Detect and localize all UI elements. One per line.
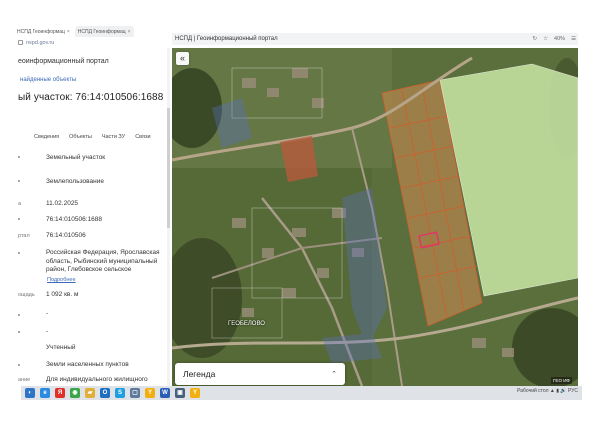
ie-icon[interactable]: e [40, 388, 50, 398]
lock-icon [18, 40, 23, 45]
map-imagery [172, 48, 578, 386]
browser-controls: ↻ ☆ 40% ☰ [533, 36, 577, 42]
menu-icon[interactable]: ☰ [571, 36, 576, 42]
bullet-icon [18, 252, 20, 254]
zoom-level[interactable]: 40% [554, 36, 565, 42]
reload-icon[interactable]: ↻ [533, 36, 538, 42]
panel-scrollbar[interactable] [167, 48, 170, 386]
field-label-quarter: ртал [18, 233, 30, 239]
info-tabs: Сведения Объекты Части ЗУ Связи [34, 134, 170, 140]
window-icon[interactable]: ▣ [175, 388, 185, 398]
outlook-icon[interactable]: O [100, 388, 110, 398]
field-label-date: а [18, 201, 22, 207]
left-tab-strip: НСПД Геоинформац × НСПД Геоинформац × [14, 26, 174, 37]
field-usage: Для индивидуального жилищного [46, 376, 148, 383]
satellite-map[interactable] [172, 48, 578, 386]
parcel-info-panel: еоинформационный портал найденные объект… [14, 48, 170, 386]
yandex-icon[interactable]: Я [55, 388, 65, 398]
field-quarter: 76:14:010506 [46, 232, 86, 239]
right-window-title: НСПД | Геоинформационный портал [175, 36, 278, 42]
left-tab-1[interactable]: НСПД Геоинформац × [14, 26, 73, 37]
skype-icon[interactable]: S [115, 388, 125, 398]
left-tab-2[interactable]: НСПД Геоинформац × [74, 26, 134, 37]
bullet-icon [18, 218, 20, 220]
map-road-label: ГЕОБЕЛОВО [228, 321, 265, 327]
chevron-up-icon: ⌃ [331, 371, 337, 378]
address-text: nspd.gov.ru [26, 39, 55, 46]
field-area: 1 092 кв. м [46, 291, 79, 298]
more-link[interactable]: Подробнее [47, 277, 76, 283]
system-tray[interactable]: Рабочий стол ▲ ▮ 🔊 РУС [517, 388, 578, 394]
legend-label: Легенда [183, 369, 216, 379]
portal-title: еоинформационный портал [18, 58, 109, 65]
word-icon[interactable]: W [160, 388, 170, 398]
yandex-browser-icon[interactable]: Y [145, 388, 155, 398]
close-icon[interactable]: × [67, 29, 70, 35]
bullet-icon [18, 331, 20, 333]
field-status: Учтенный [46, 344, 76, 351]
found-objects-link[interactable]: найденные объекты [20, 77, 76, 83]
field-date: 11.02.2025 [46, 200, 79, 207]
chrome-icon[interactable]: ◉ [70, 388, 80, 398]
field-object-type: Земельный участок [46, 154, 106, 161]
yandex-disk-icon[interactable]: Y [190, 388, 200, 398]
bullet-icon [18, 180, 20, 182]
tab-links[interactable]: Связи [135, 134, 150, 140]
tab-details[interactable]: Сведения [34, 134, 59, 140]
collapse-panel-button[interactable]: « [176, 52, 189, 65]
map-attribution: ГЕО ИФ [551, 377, 572, 384]
tab-parts[interactable]: Части ЗУ [102, 134, 125, 140]
scrollbar-thumb[interactable] [167, 108, 170, 228]
taskbar: ◐ e Я ◉ ▰ O S ▢ Y W ▣ Y Рабочий стол ▲ ▮ 🔊 РУС [21, 386, 582, 400]
folder-icon[interactable]: ▰ [85, 388, 95, 398]
tab-label: НСПД Геоинформац [77, 28, 126, 35]
bullet-icon [18, 364, 20, 366]
field-empty-1: - [46, 310, 49, 317]
star-icon[interactable]: ☆ [543, 36, 548, 42]
field-empty-2: - [46, 328, 49, 335]
bullet-icon [18, 314, 20, 316]
bullet-icon [18, 156, 20, 158]
tab-label: НСПД Геоинформац [17, 28, 65, 35]
field-label-area: ощадь [18, 292, 35, 298]
field-subtype: Землепользование [46, 178, 104, 185]
legend-dropdown[interactable]: Легенда ⌃ [175, 363, 345, 385]
address-bar[interactable]: nspd.gov.ru [14, 38, 174, 47]
field-label-usage: ание [18, 377, 31, 383]
field-category: Земли населенных пунктов [46, 361, 129, 368]
parcel-title: ый участок: 76:14:010506:1688 [18, 92, 164, 103]
start-icon[interactable]: ◐ [25, 388, 35, 398]
field-cadastral-number: 76:14:010506:1688 [46, 216, 103, 223]
field-address: Российская Федерация, Ярославская област… [46, 249, 160, 274]
monitor-icon[interactable]: ▢ [130, 388, 140, 398]
close-icon[interactable]: × [128, 29, 131, 35]
tab-objects[interactable]: Объекты [69, 134, 92, 140]
